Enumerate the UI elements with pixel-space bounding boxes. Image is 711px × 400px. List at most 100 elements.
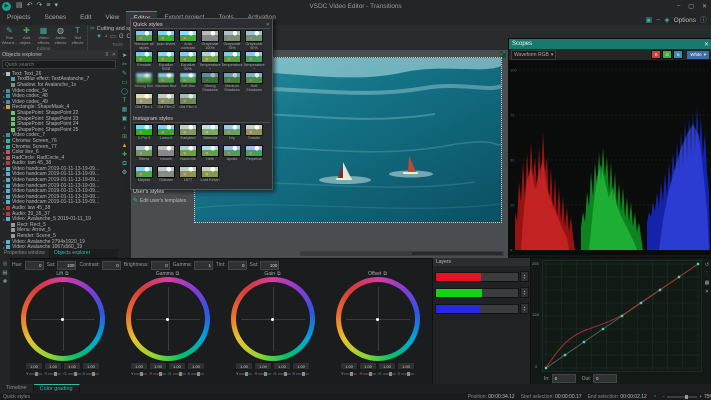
- instagram-style-nashville[interactable]: Nashville: [177, 145, 199, 165]
- wheel-value-input[interactable]: 1.00: [63, 362, 81, 370]
- slider-thumb[interactable]: [35, 372, 38, 376]
- grading-value-input[interactable]: 0: [25, 261, 44, 270]
- wheel-value-input[interactable]: 1.00: [340, 362, 358, 370]
- zoom-in-button[interactable]: +: [699, 394, 702, 400]
- channel-slider-g[interactable]: G: [168, 371, 185, 376]
- settings-tool-icon[interactable]: ⚙: [122, 169, 127, 177]
- ribbon-tab-projects[interactable]: Projects: [0, 11, 37, 25]
- quick-style-equalize-rgb[interactable]: Equalize RGB: [155, 51, 177, 71]
- object-search-input[interactable]: Quick search: [2, 60, 116, 69]
- channel-slider-r[interactable]: R: [254, 371, 271, 376]
- pin-icon[interactable]: ⊼: [105, 52, 109, 58]
- blue-channel-button[interactable]: B: [673, 50, 683, 59]
- instagram-style-lord-kelvin[interactable]: Lord Kelvin: [199, 166, 221, 186]
- quick-style-soft-shadows[interactable]: Soft Shadows: [243, 72, 265, 92]
- wheel-value-input[interactable]: 1.00: [149, 362, 167, 370]
- stepper-buttons[interactable]: ▴▾: [520, 271, 529, 282]
- bottom-tab-timeline[interactable]: Timeline: [0, 384, 34, 393]
- quick-style-medium-blur[interactable]: Medium Blur: [155, 72, 177, 92]
- save-icon[interactable]: ▤: [16, 1, 23, 11]
- instagram-style-earlybird[interactable]: Earlybird: [177, 124, 199, 144]
- quick-style-temperature-[interactable]: Temperature +: [199, 51, 221, 71]
- left-panel-tab-0[interactable]: Properties window: [0, 249, 50, 258]
- wheel-value-input[interactable]: 1.00: [397, 362, 415, 370]
- instagram-style-valencia[interactable]: Valencia: [199, 124, 221, 144]
- rect-tool-icon[interactable]: ▭: [122, 79, 128, 87]
- maximize-icon[interactable]: ▢: [688, 3, 694, 10]
- slider-thumb[interactable]: [74, 372, 77, 376]
- ellipse-tool-icon[interactable]: ◯: [121, 88, 128, 96]
- wheel-value-input[interactable]: 1.00: [273, 362, 291, 370]
- quick-style-equalize-50-[interactable]: Equalize 50%: [177, 51, 199, 71]
- channel-slider-b[interactable]: B: [188, 371, 205, 376]
- instagram-style-lomo-fi[interactable]: Lomo-fi: [155, 124, 177, 144]
- chart-tool-icon[interactable]: ▦: [122, 106, 128, 114]
- grading-value-input[interactable]: 0: [228, 261, 247, 270]
- instagram-style-perpetua[interactable]: Perpetua: [243, 145, 265, 165]
- slider-thumb[interactable]: [302, 372, 305, 376]
- channel-slider-r[interactable]: R: [149, 371, 166, 376]
- wheel-value-input[interactable]: 1.00: [168, 362, 186, 370]
- undo-icon[interactable]: ↶: [27, 1, 33, 11]
- grading-value-input[interactable]: 0: [102, 261, 121, 270]
- wheel-value-input[interactable]: 1.00: [254, 362, 272, 370]
- slider-thumb[interactable]: [369, 372, 372, 376]
- channel-slider-y[interactable]: Y: [341, 371, 358, 376]
- channel-slider-b[interactable]: B: [83, 371, 100, 376]
- more-icon[interactable]: ▾: [54, 1, 58, 11]
- quick-style-soft-blur[interactable]: Soft Blur: [177, 72, 199, 92]
- color-wheel-gain[interactable]: [231, 277, 315, 361]
- wheel-value-input[interactable]: 1.00: [187, 362, 205, 370]
- scissors-icon[interactable]: ✂: [122, 61, 127, 69]
- left-panel-tab-1[interactable]: Objects explorer: [50, 249, 95, 258]
- options-button[interactable]: Options: [674, 17, 696, 24]
- edit-user-templates-button[interactable]: ✎ Edit user's templates: [133, 197, 270, 204]
- slider-thumb[interactable]: [159, 372, 162, 376]
- ribbon-button-audio-effects[interactable]: ◍Audio effects: [53, 26, 68, 45]
- slider-thumb[interactable]: [407, 372, 410, 376]
- channel-slider-b[interactable]: B: [398, 371, 415, 376]
- quick-style-emulate[interactable]: Emulate: [133, 51, 155, 71]
- wheel-center-dot[interactable]: [166, 318, 169, 321]
- wheel-value-input[interactable]: 1.00: [130, 362, 148, 370]
- ribbon-tab-edit[interactable]: Edit: [73, 11, 98, 25]
- grading-value-input[interactable]: 1: [194, 261, 213, 270]
- slider-thumb[interactable]: [197, 372, 200, 376]
- slider-thumb[interactable]: [92, 372, 95, 376]
- wheel-value-input[interactable]: 1.00: [235, 362, 253, 370]
- instagram-style-x-pro-ii[interactable]: X-Pro II: [133, 124, 155, 144]
- audio-tool-icon[interactable]: ♪: [123, 124, 126, 132]
- sprite-tool-icon[interactable]: ⊞: [122, 133, 127, 141]
- ribbon-tab-scenes[interactable]: Scenes: [37, 11, 73, 25]
- instagram-style-inkwell[interactable]: Inkwell: [155, 145, 177, 165]
- zoom-control[interactable]: −+75%: [662, 394, 711, 400]
- quick-style-auto-levels[interactable]: Auto levels: [155, 30, 177, 50]
- wheel-center-dot[interactable]: [61, 318, 64, 321]
- grading-value-input[interactable]: 100: [57, 261, 76, 270]
- wheel-value-input[interactable]: 1.00: [25, 362, 43, 370]
- channel-slider-y[interactable]: Y: [236, 371, 253, 376]
- marker-icon[interactable]: ▪: [105, 34, 107, 41]
- channel-slider-g[interactable]: G: [63, 371, 80, 376]
- slider-thumb[interactable]: [284, 372, 287, 376]
- slider-thumb[interactable]: [245, 372, 248, 376]
- channel-slider-b[interactable]: B: [293, 371, 310, 376]
- channel-slider-y[interactable]: Y: [131, 371, 148, 376]
- zoom-slider[interactable]: [667, 396, 697, 398]
- copy-icon[interactable]: ⧉: [383, 271, 387, 277]
- slider-thumb[interactable]: [389, 372, 392, 376]
- add-tool-icon[interactable]: ✚: [122, 151, 127, 159]
- instagram-style-1977[interactable]: 1977: [177, 166, 199, 186]
- rgb-dots-icon[interactable]: ⋮: [705, 271, 710, 277]
- ribbon-button-add-object-[interactable]: ✚Add object...: [19, 26, 34, 45]
- cursor-icon[interactable]: ➤: [122, 52, 127, 60]
- green-layer-bar[interactable]: ▴▾: [435, 287, 529, 298]
- filter-icon[interactable]: ▼: [96, 34, 102, 41]
- grading-value-input[interactable]: 100: [260, 261, 279, 270]
- zoom-out-button[interactable]: −: [662, 394, 665, 400]
- wheel-value-input[interactable]: 1.00: [359, 362, 377, 370]
- slider-thumb[interactable]: [350, 372, 353, 376]
- preview-hscrollbar[interactable]: [300, 251, 504, 256]
- quick-style-old-film-1[interactable]: Old Film 1: [133, 93, 155, 113]
- slider-thumb[interactable]: [264, 372, 267, 376]
